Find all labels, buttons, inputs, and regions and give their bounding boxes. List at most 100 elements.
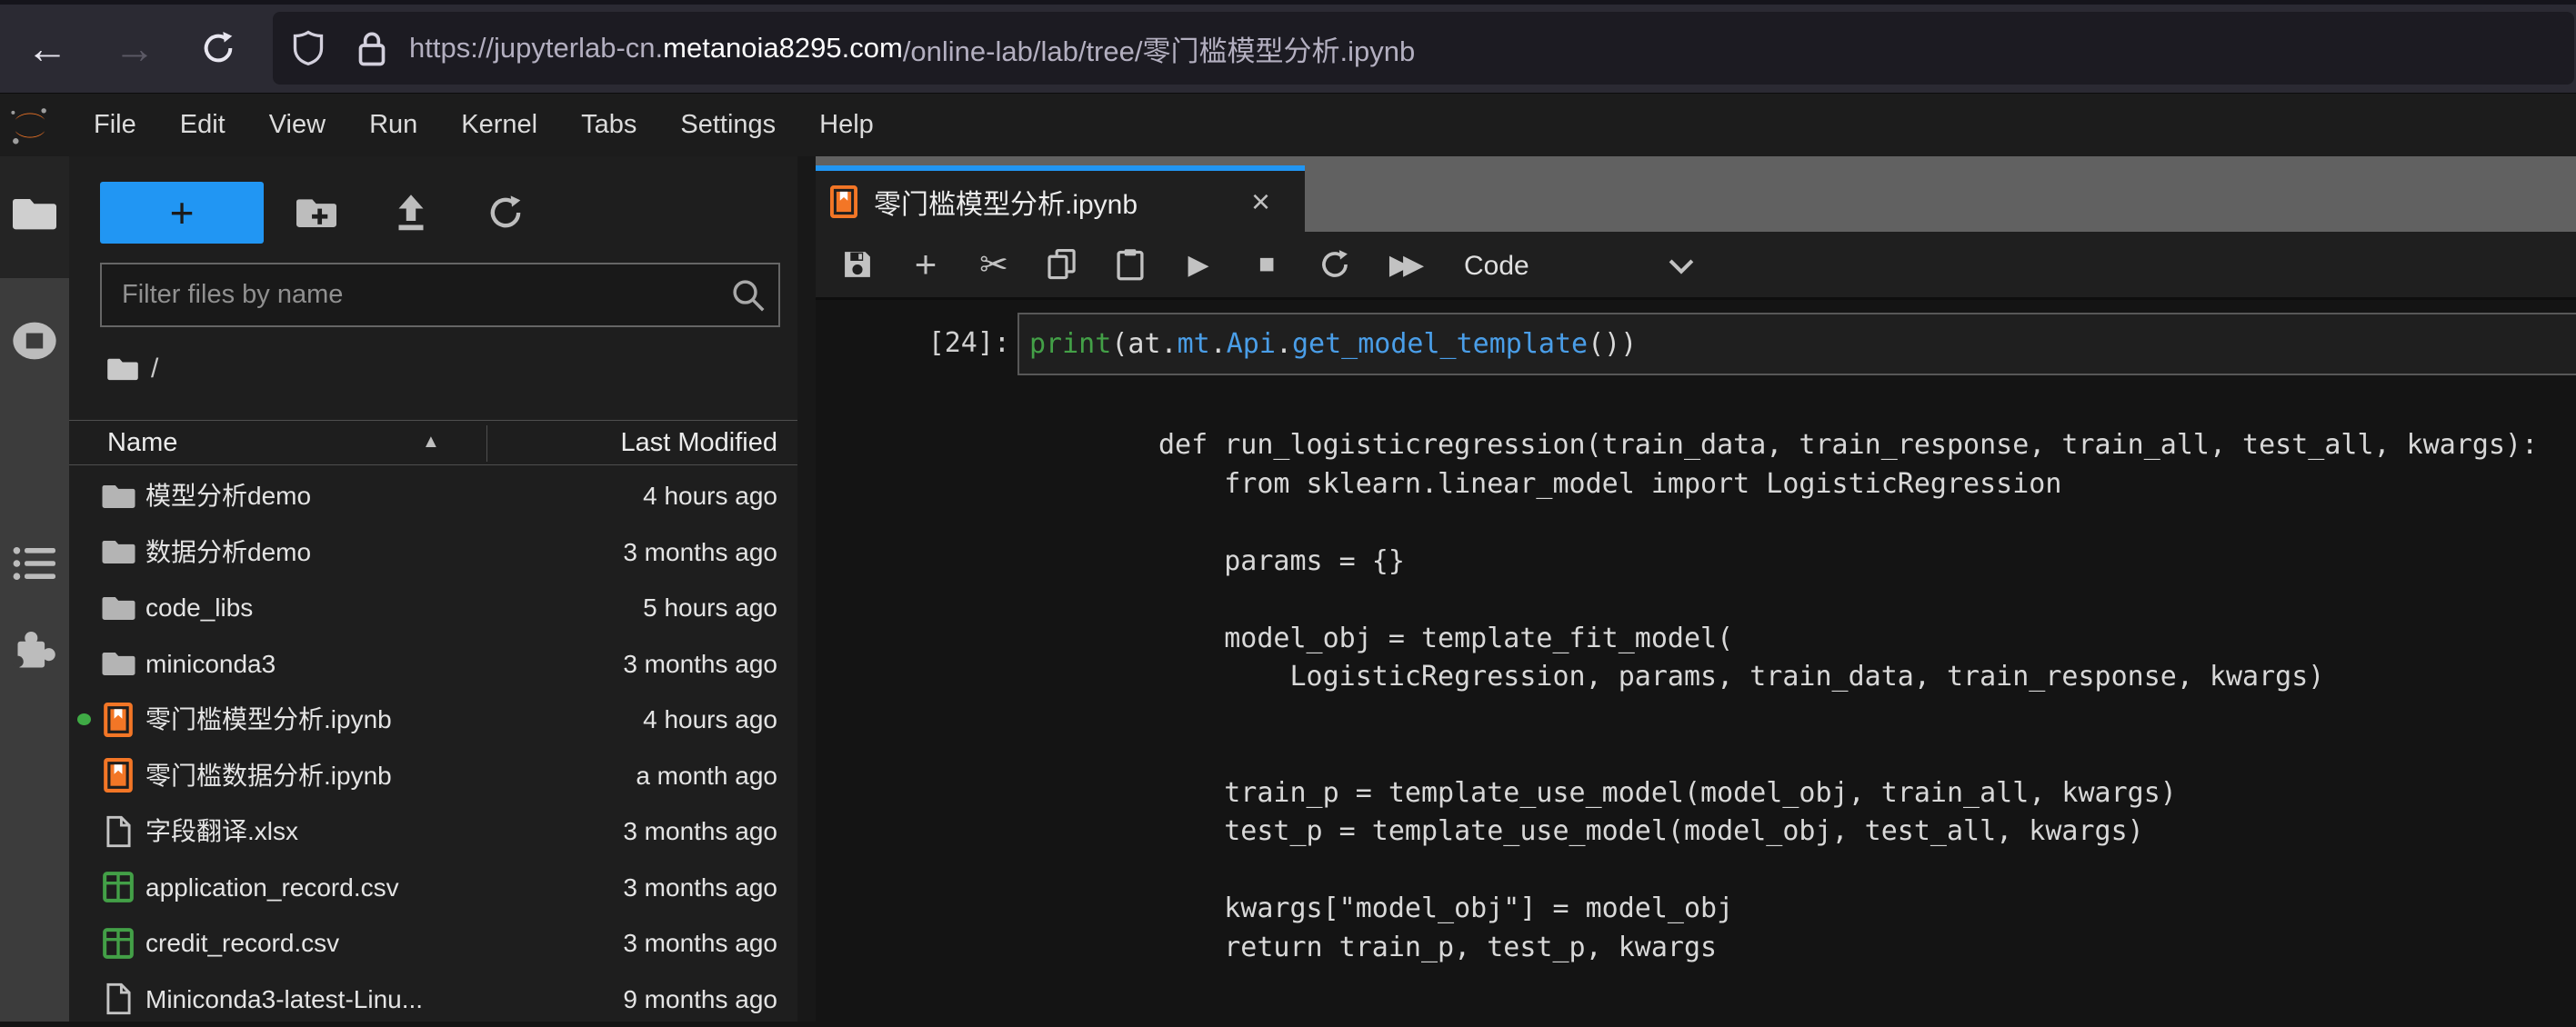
file-row[interactable]: code_libs 5 hours ago	[69, 580, 797, 636]
paste-cells-button[interactable]	[1112, 244, 1148, 285]
file-row[interactable]: 零门槛数据分析.ipynb a month ago	[69, 748, 797, 804]
close-tab-icon[interactable]: ×	[1251, 185, 1270, 218]
file-list: 模型分析demo 4 hours ago 数据分析demo 3 months a…	[69, 468, 797, 1027]
menu-view[interactable]: View	[247, 94, 347, 156]
file-name: 字段翻译.xlsx	[145, 803, 298, 860]
menu-run[interactable]: Run	[347, 94, 439, 156]
code-cell-input[interactable]: print(at.mt.Api.get_model_template())	[1017, 313, 2576, 375]
notebook-content: [24]: print(at.mt.Api.get_model_template…	[816, 300, 2576, 1022]
tab-notebook[interactable]: 零门槛模型分析.ipynb ×	[816, 165, 1305, 232]
app-shell: +	[0, 156, 2576, 1022]
file-row[interactable]: miniconda3 3 months ago	[69, 636, 797, 693]
jupyterlab-menubar: File Edit View Run Kernel Tabs Settings …	[0, 94, 2576, 156]
file-modified-time: 5 hours ago	[643, 580, 777, 636]
file-modified-time: a month ago	[636, 748, 777, 804]
file-modified-time: 9 months ago	[623, 972, 777, 1027]
cell-output-text: def run_logisticregression(train_data, t…	[1158, 426, 2538, 967]
menu-kernel[interactable]: Kernel	[439, 94, 559, 156]
file-row-active-notebook[interactable]: 零门槛模型分析.ipynb 4 hours ago	[69, 692, 797, 748]
file-row[interactable]: 数据分析demo 3 months ago	[69, 524, 797, 581]
cut-cells-button[interactable]: ✂	[976, 244, 1012, 285]
sidebar-item-extensions[interactable]	[0, 627, 69, 673]
file-name: miniconda3	[145, 636, 276, 693]
copy-cells-button[interactable]	[1044, 244, 1080, 285]
code-cell-source[interactable]: print(at.mt.Api.get_model_template())	[1029, 314, 1637, 374]
run-cell-button[interactable]: ▶	[1180, 244, 1217, 285]
puzzle-icon	[12, 627, 57, 673]
upload-button[interactable]	[391, 193, 431, 233]
file-name: credit_record.csv	[145, 915, 339, 972]
panel-splitter[interactable]	[797, 156, 816, 1022]
sidebar-item-file-browser[interactable]	[0, 195, 69, 232]
sidebar-item-running-kernels[interactable]	[0, 321, 69, 361]
new-launcher-button[interactable]: +	[100, 182, 264, 244]
breadcrumb[interactable]: /	[107, 351, 158, 387]
menu-edit[interactable]: Edit	[158, 94, 247, 156]
column-header-last-modified[interactable]: Last Modified	[621, 428, 778, 458]
file-modified-time: 3 months ago	[623, 915, 777, 972]
new-folder-icon	[296, 195, 336, 230]
window-top-strip	[0, 0, 2576, 5]
file-modified-time: 3 months ago	[623, 860, 777, 916]
menu-tabs[interactable]: Tabs	[559, 94, 658, 156]
file-name: 模型分析demo	[145, 468, 311, 524]
shield-icon[interactable]	[293, 30, 324, 66]
file-list-header: Name ▲ Last Modified	[69, 420, 797, 465]
menu-file[interactable]: File	[72, 94, 158, 156]
restart-run-all-button[interactable]: ▶▶	[1385, 244, 1421, 285]
new-folder-button[interactable]	[296, 193, 336, 233]
browser-toolbar: ← → https://jupyterlab-cn.metanoia8295.c…	[0, 0, 2576, 94]
folder-icon	[100, 636, 136, 693]
unsaved-changes-dot	[77, 713, 91, 725]
interrupt-kernel-button[interactable]: ■	[1248, 244, 1285, 285]
sort-ascending-icon: ▲	[422, 432, 440, 453]
file-row[interactable]: Miniconda3-latest-Linu... 9 months ago	[69, 972, 797, 1027]
file-icon	[100, 803, 136, 860]
file-modified-time: 3 months ago	[623, 524, 777, 581]
stop-circle-icon	[12, 321, 57, 361]
file-name: 零门槛数据分析.ipynb	[145, 748, 392, 804]
refresh-file-list-button[interactable]	[486, 193, 526, 233]
cell-type-dropdown[interactable]: Code	[1464, 232, 1529, 300]
save-button[interactable]	[839, 244, 876, 285]
file-modified-time: 3 months ago	[623, 636, 777, 693]
lock-icon[interactable]	[358, 30, 386, 66]
file-name: 数据分析demo	[145, 524, 311, 581]
file-name: code_libs	[145, 580, 253, 636]
address-bar[interactable]: https://jupyterlab-cn.metanoia8295.com/o…	[273, 12, 2574, 85]
file-row[interactable]: 字段翻译.xlsx 3 months ago	[69, 803, 797, 860]
file-name: 零门槛模型分析.ipynb	[145, 692, 392, 748]
notebook-icon	[830, 185, 857, 218]
notebook-icon	[100, 748, 136, 804]
file-row[interactable]: 模型分析demo 4 hours ago	[69, 468, 797, 524]
add-cell-button[interactable]: +	[907, 244, 944, 285]
file-row[interactable]: application_record.csv 3 months ago	[69, 860, 797, 916]
notebook-toolbar: + ✂ ▶ ■ ▶▶	[816, 232, 2576, 300]
folder-icon	[13, 195, 56, 232]
folder-icon	[100, 468, 136, 524]
refresh-icon	[487, 194, 524, 231]
browser-back-button[interactable]: ←	[15, 16, 79, 80]
column-divider	[486, 425, 487, 462]
browser-forward-button[interactable]: →	[103, 16, 166, 80]
restart-kernel-button[interactable]	[1317, 244, 1353, 285]
breadcrumb-root[interactable]: /	[151, 354, 158, 384]
browser-reload-button[interactable]	[186, 16, 250, 80]
sidebar-item-table-of-contents[interactable]	[0, 544, 69, 583]
cell-execution-prompt: [24]:	[816, 324, 1010, 363]
folder-icon	[100, 524, 136, 581]
url-path: /online-lab/lab/tree/零门槛模型分析.ipynb	[903, 28, 1415, 69]
file-modified-time: 4 hours ago	[643, 468, 777, 524]
filter-files-input[interactable]	[100, 263, 780, 327]
table-of-contents-icon	[13, 544, 56, 583]
notebook-panel: 零门槛模型分析.ipynb × + ✂	[816, 156, 2576, 1022]
column-header-name[interactable]: Name	[107, 428, 177, 458]
file-modified-time: 3 months ago	[623, 803, 777, 860]
csv-spreadsheet-icon	[100, 860, 136, 916]
chevron-down-icon[interactable]	[1666, 252, 1697, 284]
url-scheme-subdomain: https://jupyterlab-cn.	[409, 32, 663, 65]
upload-icon	[395, 194, 427, 232]
menu-settings[interactable]: Settings	[658, 94, 797, 156]
file-row[interactable]: credit_record.csv 3 months ago	[69, 915, 797, 972]
menu-help[interactable]: Help	[797, 94, 896, 156]
